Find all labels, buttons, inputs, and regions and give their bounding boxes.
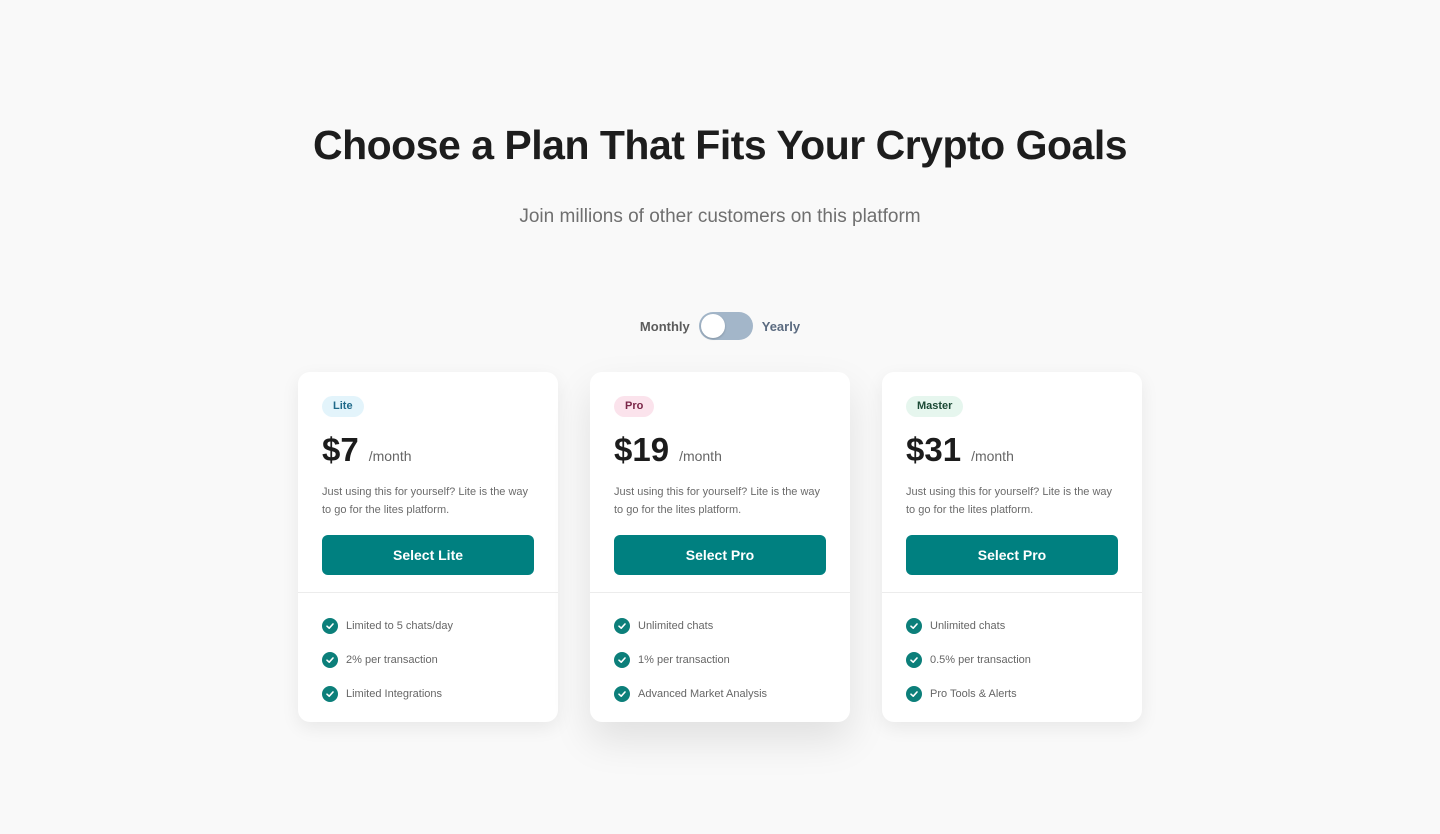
check-circle-icon <box>322 686 338 702</box>
feature-item: Pro Tools & Alerts <box>906 677 1118 711</box>
toggle-label-yearly[interactable]: Yearly <box>762 319 800 334</box>
feature-text: Unlimited chats <box>638 620 714 632</box>
pricing-page: Choose a Plan That Fits Your Crypto Goal… <box>0 0 1440 834</box>
feature-list: Limited to 5 chats/day 2% per transactio… <box>298 593 558 711</box>
plan-badge: Pro <box>614 396 655 417</box>
plan-description: Just using this for yourself? Lite is th… <box>322 486 529 516</box>
feature-item: Limited Integrations <box>322 677 534 711</box>
feature-text: Limited to 5 chats/day <box>346 620 454 632</box>
plan-price: $19 <box>614 431 670 468</box>
check-circle-icon <box>322 652 338 668</box>
check-circle-icon <box>614 652 630 668</box>
select-pro-button[interactable]: Select Pro <box>614 535 826 575</box>
feature-text: Pro Tools & Alerts <box>930 688 1017 700</box>
select-lite-button[interactable]: Select Lite <box>322 535 534 575</box>
switch-knob <box>700 314 725 338</box>
feature-text: 1% per transaction <box>638 654 730 666</box>
plan-card-pro: Pro $19 /month Just using this for yours… <box>590 372 850 722</box>
check-circle-icon <box>906 618 922 634</box>
feature-text: Unlimited chats <box>930 620 1006 632</box>
feature-text: 0.5% per transaction <box>930 654 1031 666</box>
feature-list: Unlimited chats 1% per transaction Advan… <box>590 593 850 711</box>
plan-price: $31 <box>906 431 962 468</box>
billing-toggle: Monthly Yearly <box>0 312 1440 340</box>
feature-item: 2% per transaction <box>322 643 534 677</box>
feature-text: Advanced Market Analysis <box>638 688 768 700</box>
feature-item: Unlimited chats <box>614 609 826 643</box>
feature-list: Unlimited chats 0.5% per transaction Pro… <box>882 593 1142 711</box>
toggle-label-monthly[interactable]: Monthly <box>640 319 690 334</box>
check-circle-icon <box>906 686 922 702</box>
feature-item: 0.5% per transaction <box>906 643 1118 677</box>
check-circle-icon <box>322 618 338 634</box>
plan-price: $7 <box>322 431 359 468</box>
plan-badge: Master <box>906 396 964 417</box>
page-title: Choose a Plan That Fits Your Crypto Goal… <box>312 122 1128 168</box>
billing-switch[interactable] <box>698 312 753 340</box>
feature-item: 1% per transaction <box>614 643 826 677</box>
plan-description: Just using this for yourself? Lite is th… <box>614 486 821 516</box>
feature-item: Limited to 5 chats/day <box>322 609 534 643</box>
feature-item: Advanced Market Analysis <box>614 677 826 711</box>
select-master-button[interactable]: Select Pro <box>906 535 1118 575</box>
plan-badge: Lite <box>322 396 364 417</box>
plan-card-lite: Lite $7 /month Just using this for yours… <box>298 372 558 722</box>
feature-text: Limited Integrations <box>346 688 442 700</box>
plan-card-master: Master $31 /month Just using this for yo… <box>882 372 1142 722</box>
plan-description: Just using this for yourself? Lite is th… <box>906 486 1113 516</box>
plan-period: /month <box>679 448 722 464</box>
plan-period: /month <box>971 448 1014 464</box>
check-circle-icon <box>614 618 630 634</box>
feature-item: Unlimited chats <box>906 609 1118 643</box>
plan-period: /month <box>368 448 412 464</box>
page-subtitle: Join millions of other customers on this… <box>519 206 921 227</box>
check-circle-icon <box>614 686 630 702</box>
check-circle-icon <box>906 652 922 668</box>
feature-text: 2% per transaction <box>346 654 438 666</box>
